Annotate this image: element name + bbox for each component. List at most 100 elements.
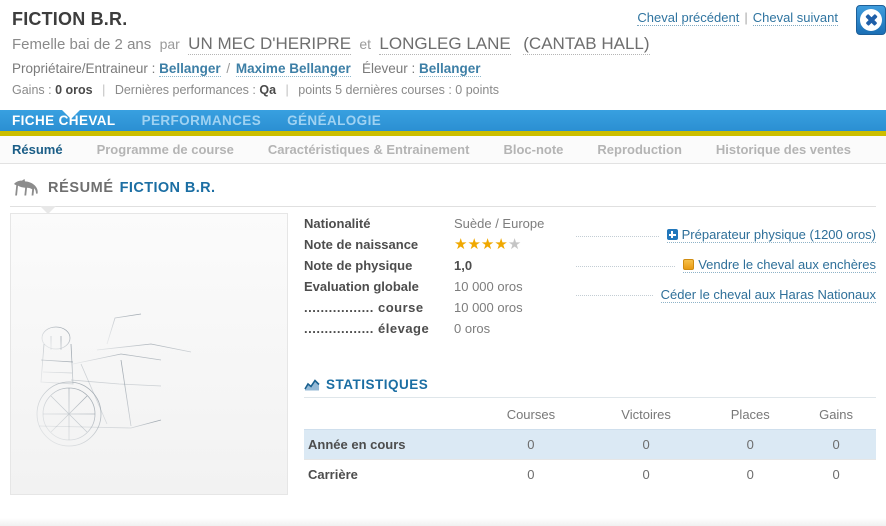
attribute-value: 10 000 oros: [454, 300, 523, 315]
chart-icon: [304, 378, 320, 390]
header-navigation-links: Cheval précédent | Cheval suivant: [637, 10, 838, 26]
attribute-row: Evaluation globale 10 000 oros: [304, 276, 544, 297]
statistics-section: STATISTIQUES Courses Victoires Places Ga…: [304, 377, 876, 489]
physical-trainer-link[interactable]: Préparateur physique (1200 oros): [666, 227, 876, 243]
svg-text:13: 13: [111, 350, 140, 380]
info-pipe-1: |: [102, 83, 106, 97]
cell-victoires: 0: [587, 459, 705, 489]
column-header-places: Places: [730, 407, 770, 422]
section-divider: [10, 206, 876, 214]
previous-horse-link[interactable]: Cheval précédent: [637, 10, 740, 26]
subtab-programme-de-course[interactable]: Programme de course: [97, 142, 234, 157]
column-header-courses: Courses: [506, 407, 556, 422]
subtab-reproduction[interactable]: Reproduction: [597, 142, 682, 157]
section-header: RÉSUMÉ FICTION B.R.: [0, 164, 886, 206]
secondary-navigation: Résumé Programme de course Caractéristiq…: [0, 136, 886, 164]
cell-places: 0: [704, 459, 797, 489]
sire-name[interactable]: UN MEC D'HERIPRE: [188, 34, 352, 55]
section-title: RÉSUMÉ: [48, 180, 114, 196]
attribute-value: 1,0: [454, 258, 473, 273]
statistics-table: Courses Victoires Places Gains Année en …: [304, 400, 876, 489]
summary-content: 13 Nationalité Suède / Europe Note de na…: [0, 207, 886, 495]
cell-gains: 0: [796, 429, 876, 460]
transfer-haras-nationaux-label: Céder le cheval aux Haras Nationaux: [660, 287, 876, 302]
performance-label: Dernières performances :: [114, 83, 256, 97]
plus-icon: [666, 229, 678, 240]
subtab-caracteristiques-entrainement[interactable]: Caractéristiques & Entrainement: [268, 142, 470, 157]
page-bottom-fade: [0, 518, 886, 526]
table-header-row: Courses Victoires Places Gains: [304, 400, 876, 430]
primary-navigation: FICHE CHEVAL PERFORMANCES GÉNÉALOGIE: [0, 110, 886, 136]
horse-attributes-pane: Nationalité Suède / Europe Note de naiss…: [288, 213, 876, 495]
attribute-label: Note de naissance: [304, 237, 419, 252]
attribute-row: ................. élevage 0 oros: [304, 318, 544, 339]
breeding-info: Femelle bai de 2 ans par UN MEC D'HERIPR…: [12, 33, 874, 56]
attribute-value: 10 000 oros: [454, 279, 523, 294]
attribute-value: 0 oros: [454, 321, 491, 336]
points-text: points 5 dernières courses : 0 points: [298, 83, 500, 97]
attribute-label: ................. élevage: [304, 321, 430, 336]
gains-label: Gains :: [12, 83, 52, 97]
dam-name[interactable]: LONGLEG LANE: [379, 34, 511, 55]
star-rating: ★★★★★: [454, 236, 522, 253]
info-pipe-2: |: [285, 83, 289, 97]
cell-victoires: 0: [587, 429, 705, 460]
sell-horse-auction-link[interactable]: Vendre le cheval aux enchères: [683, 257, 876, 273]
transfer-haras-nationaux-link[interactable]: Céder le cheval aux Haras Nationaux: [660, 287, 876, 303]
active-tab-pointer-icon: [62, 110, 80, 119]
action-row: Céder le cheval aux Haras Nationaux: [576, 287, 876, 308]
close-icon: [860, 9, 882, 31]
subtab-historique-des-ventes[interactable]: Historique des ventes: [716, 142, 851, 157]
subtab-bloc-note[interactable]: Bloc-note: [503, 142, 563, 157]
gains-value: 0 oros: [55, 83, 93, 97]
tab-performances[interactable]: PERFORMANCES: [142, 113, 262, 128]
owner-label: Propriétaire/Entraineur :: [12, 61, 156, 76]
cell-courses: 0: [474, 429, 588, 460]
cell-gains: 0: [796, 459, 876, 489]
attribute-value: Suède / Europe: [454, 216, 545, 231]
horse-icon: [14, 179, 38, 196]
attribute-row: Note de physique 1,0: [304, 255, 544, 276]
damsire-name[interactable]: (CANTAB HALL): [523, 34, 650, 55]
next-horse-link[interactable]: Cheval suivant: [752, 10, 838, 26]
breeder-label: Éleveur :: [361, 61, 416, 76]
owner-trainer-info: Propriétaire/Entraineur : Bellanger / Ma…: [12, 60, 874, 78]
physical-trainer-label: Préparateur physique (1200 oros): [681, 227, 876, 242]
owner-link[interactable]: Bellanger: [159, 61, 221, 77]
orange-square-icon: [683, 259, 695, 270]
page-header: Cheval précédent | Cheval suivant FICTION …: [0, 0, 886, 110]
attribute-value-stars: ★★★★★: [454, 234, 544, 255]
column-header-victoires: Victoires: [621, 407, 671, 422]
attribute-row: Note de naissance ★★★★★: [304, 234, 544, 255]
leader-line: [576, 295, 653, 296]
column-header-gains: Gains: [819, 407, 854, 422]
attribute-row: ................. course 10 000 oros: [304, 297, 544, 318]
table-row: Année en cours 0 0 0 0: [304, 429, 876, 460]
horse-body: 13: [106, 228, 251, 453]
attribute-label: ................. course: [304, 300, 424, 315]
par-label: par: [159, 36, 180, 52]
attributes-table: Nationalité Suède / Europe Note de naiss…: [304, 213, 544, 339]
close-button[interactable]: [856, 5, 886, 35]
horse-profile-page: Cheval précédent | Cheval suivant FICTION …: [0, 0, 886, 526]
tab-genealogie[interactable]: GÉNÉALOGIE: [287, 113, 381, 128]
statistics-title: STATISTIQUES: [326, 377, 429, 392]
leader-line: [576, 236, 659, 237]
horse-description: Femelle bai de 2 ans: [12, 36, 152, 53]
number-plate: 13: [106, 341, 144, 389]
statistics-header: STATISTIQUES: [304, 377, 876, 398]
et-label: et: [359, 36, 372, 52]
cell-places: 0: [704, 429, 797, 460]
subtab-resume[interactable]: Résumé: [12, 142, 63, 157]
section-horse-name: FICTION B.R.: [119, 180, 216, 196]
leader-line: [576, 266, 676, 267]
sell-horse-auction-label: Vendre le cheval aux enchères: [698, 257, 876, 272]
link-divider: |: [744, 10, 748, 25]
breeder-link[interactable]: Bellanger: [419, 61, 481, 77]
trainer-link[interactable]: Maxime Bellanger: [235, 61, 351, 77]
horse-illustration: 13: [36, 228, 251, 453]
attribute-row: Nationalité Suède / Europe: [304, 213, 544, 234]
table-row: Carrière 0 0 0 0: [304, 459, 876, 489]
row-label-carriere: Carrière: [304, 459, 474, 489]
cell-courses: 0: [474, 459, 588, 489]
